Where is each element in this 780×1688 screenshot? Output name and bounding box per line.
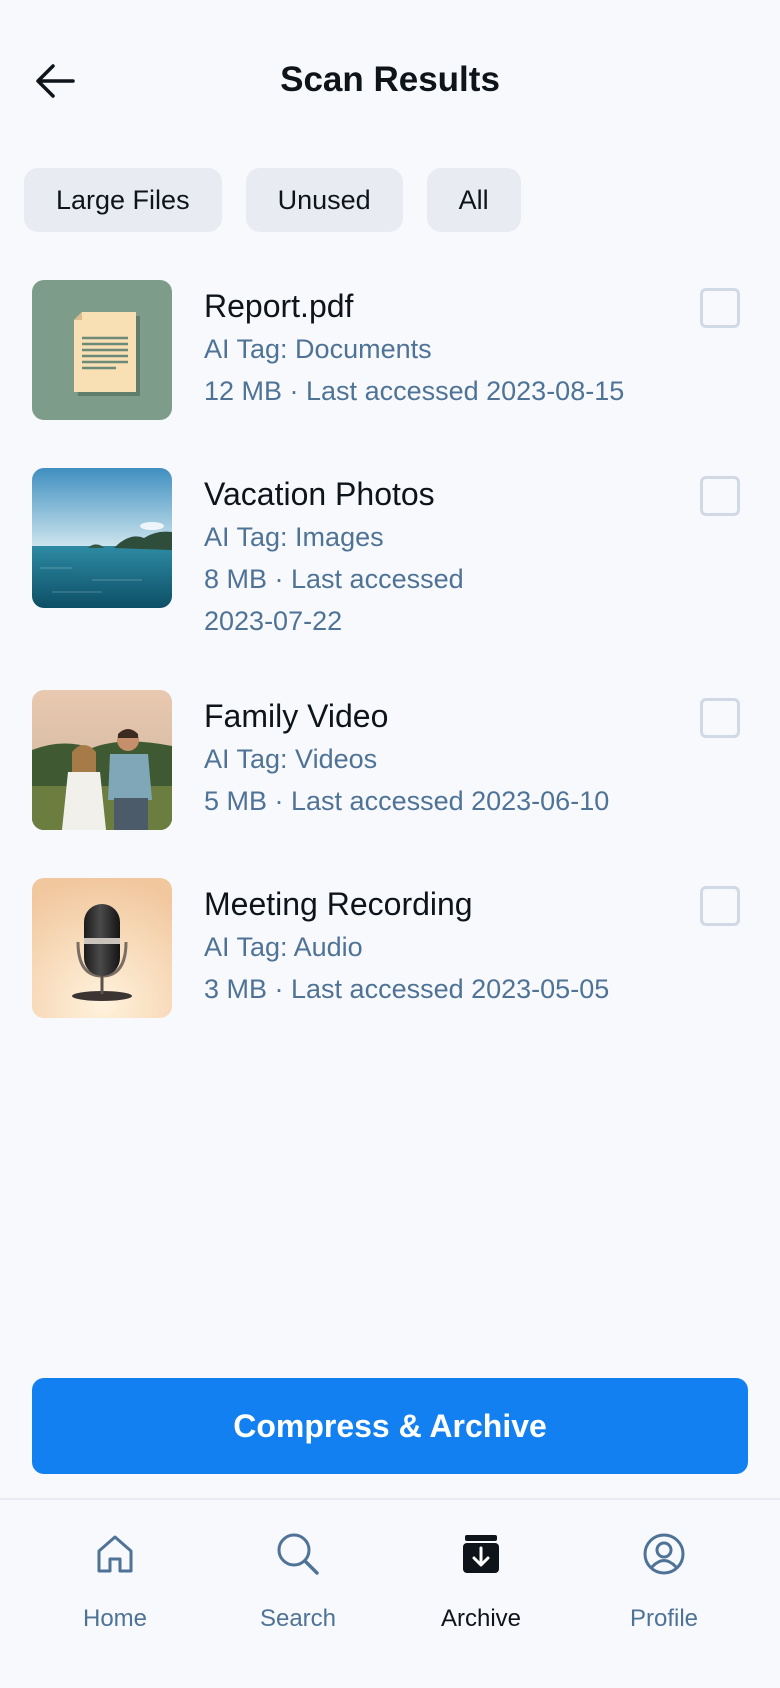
nav-label: Profile [629, 1605, 699, 1632]
nav-item-home[interactable]: Home [45, 1528, 185, 1634]
filter-chip-large-files[interactable]: Large Files [24, 168, 222, 232]
search-icon [228, 1528, 368, 1580]
list-item[interactable]: Meeting Recording AI Tag: Audio 3 MB · L… [32, 878, 748, 1066]
header: Scan Results [0, 0, 780, 160]
file-name: Report.pdf [204, 288, 354, 324]
list-item[interactable]: Report.pdf AI Tag: Documents 12 MB · Las… [32, 280, 748, 468]
page-title: Scan Results [280, 60, 500, 99]
filter-chips: Large Files Unused All [24, 168, 521, 232]
file-info: Vacation Photos AI Tag: Images 8 MB · La… [204, 472, 674, 642]
select-checkbox[interactable] [700, 288, 740, 328]
profile-icon [594, 1528, 734, 1580]
file-name: Vacation Photos [204, 476, 435, 512]
file-tag: AI Tag: Audio [204, 932, 363, 962]
filter-chip-unused[interactable]: Unused [245, 168, 403, 232]
file-info: Family Video AI Tag: Videos 5 MB · Last … [204, 694, 674, 822]
file-tag: AI Tag: Videos [204, 744, 378, 774]
bottom-nav: Home Search Archive Profile [0, 1498, 780, 1688]
compress-archive-button[interactable]: Compress & Archive [32, 1378, 748, 1474]
file-name: Meeting Recording [204, 886, 473, 922]
select-checkbox[interactable] [700, 476, 740, 516]
file-tag: AI Tag: Documents [204, 334, 432, 364]
list-item[interactable]: Family Video AI Tag: Videos 5 MB · Last … [32, 690, 748, 878]
list-item[interactable]: Vacation Photos AI Tag: Images 8 MB · La… [32, 468, 748, 690]
microphone-icon [32, 878, 172, 1018]
nav-item-profile[interactable]: Profile [594, 1528, 734, 1634]
couple-photo-thumbnail [32, 690, 172, 830]
file-list: Report.pdf AI Tag: Documents 12 MB · Las… [32, 280, 748, 1066]
select-checkbox[interactable] [700, 886, 740, 926]
document-icon [74, 312, 140, 396]
nav-item-archive[interactable]: Archive [411, 1528, 551, 1634]
nav-label: Home [82, 1605, 148, 1632]
file-meta: 5 MB · Last accessed 2023-06-10 [204, 786, 610, 816]
select-checkbox[interactable] [700, 698, 740, 738]
home-icon [45, 1528, 185, 1580]
microphone-thumbnail [32, 878, 172, 1018]
file-tag: AI Tag: Images [204, 522, 384, 552]
couple-photo [32, 690, 172, 830]
file-meta: 3 MB · Last accessed 2023-05-05 [204, 974, 610, 1004]
file-meta: 12 MB · Last accessed 2023-08-15 [204, 376, 625, 406]
file-info: Meeting Recording AI Tag: Audio 3 MB · L… [204, 882, 674, 1010]
file-meta: 8 MB · Last accessed 2023-07-22 [204, 564, 464, 636]
file-info: Report.pdf AI Tag: Documents 12 MB · Las… [204, 284, 674, 412]
archive-icon [411, 1528, 551, 1580]
file-name: Family Video [204, 698, 389, 734]
nav-item-search[interactable]: Search [228, 1528, 368, 1634]
document-thumbnail [32, 280, 172, 420]
nav-label: Archive [440, 1605, 522, 1632]
sea-photo-thumbnail [32, 468, 172, 608]
filter-chip-all[interactable]: All [426, 168, 521, 232]
sea-photo [32, 468, 172, 608]
nav-label: Search [259, 1605, 337, 1632]
